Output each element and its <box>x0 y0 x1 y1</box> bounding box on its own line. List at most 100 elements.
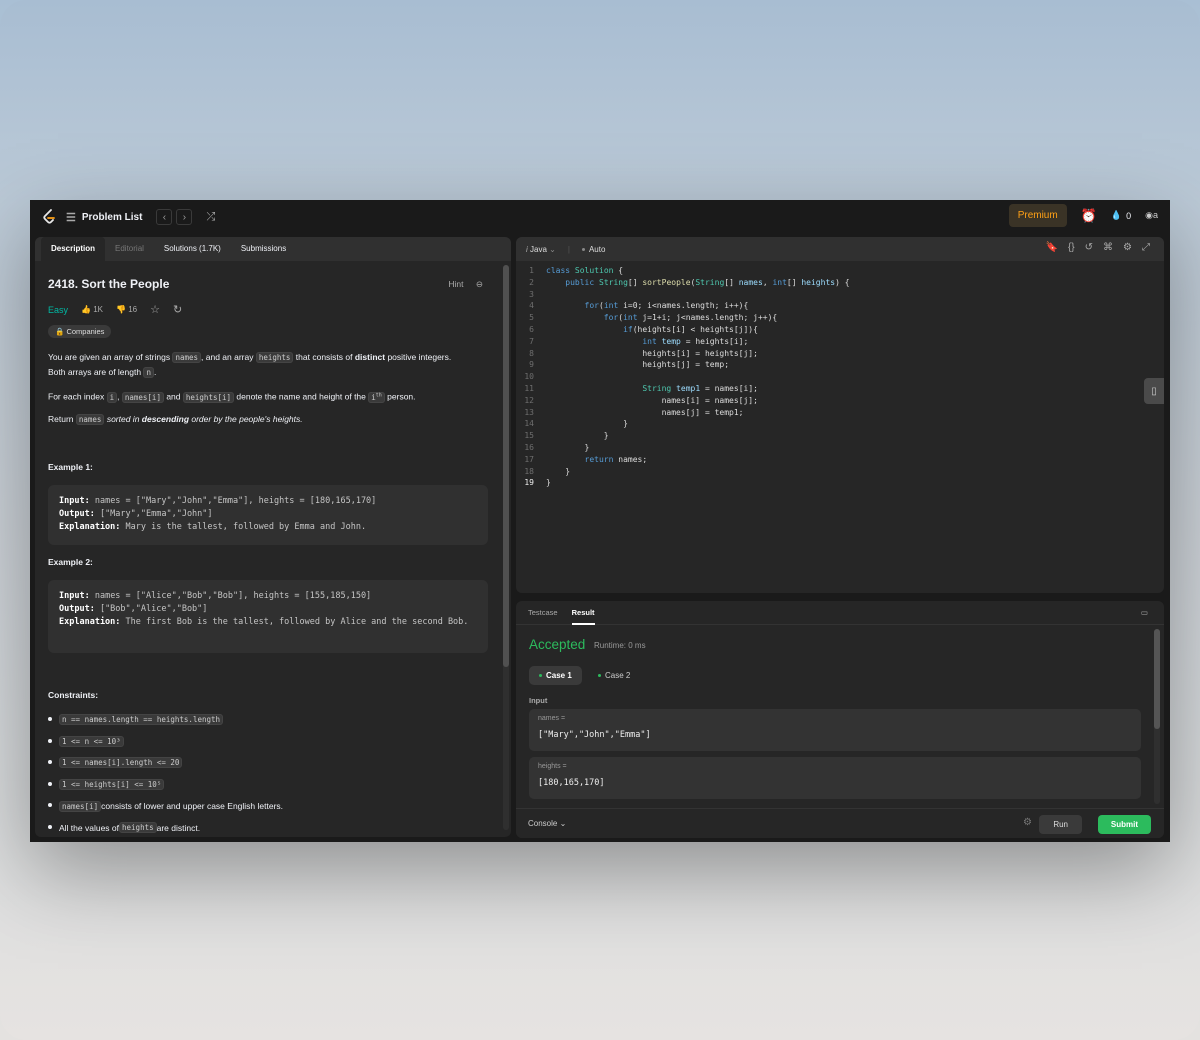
value: The first Bob is the tallest, followed b… <box>120 617 469 627</box>
avatar[interactable]: ◉a <box>1145 210 1158 221</box>
result-panel: Testcase Result ▭ Accepted Runtime: 0 ms… <box>516 601 1164 838</box>
inline-code: n <box>143 367 154 378</box>
run-button[interactable]: Run <box>1039 815 1082 834</box>
tab-testcase[interactable]: Testcase <box>528 608 558 617</box>
tab-result[interactable]: Result <box>571 601 595 625</box>
description-paragraph-2: For each index i, names[i] and heights[i… <box>48 388 493 405</box>
description-panel: Description Editorial Solutions (1.7K) S… <box>35 237 511 837</box>
code-area[interactable]: 1 class Solution { 2 public String[] sort… <box>516 265 1156 489</box>
alarm-clock-icon[interactable]: ⏰ <box>1081 208 1097 224</box>
status-dot <box>598 674 601 678</box>
inline-code: i <box>106 391 118 403</box>
case-label: Case 1 <box>546 671 572 680</box>
thumbs-up-icon: 👍 <box>81 305 91 314</box>
mode-label: Auto <box>588 244 606 254</box>
fire-icon: 💧 <box>1110 210 1123 220</box>
tab-editorial[interactable]: Editorial <box>105 237 154 261</box>
example-1-box: Input: names = ["Mary","John","Emma"], h… <box>48 485 488 545</box>
shuffle-icon[interactable]: ⤮ <box>206 211 215 224</box>
auto-mode-toggle[interactable]: Auto <box>581 244 606 254</box>
text: denote the name and height of the <box>234 391 369 402</box>
problem-meta: Easy 👍 1K 👎 16 ☆ ↻ <box>48 303 182 316</box>
more-icon[interactable]: ⊖ <box>476 279 483 289</box>
inline-code: n == names.length == heights.length <box>59 714 224 726</box>
divider: | <box>567 244 570 254</box>
editor-actions: 🔖 {} ↺ ⌘ ⚙ ⤢ <box>1046 242 1151 253</box>
inline-code: heights[i] <box>182 391 235 403</box>
expand-icon[interactable]: ⤢ <box>1142 242 1150 253</box>
text: positive integers. <box>385 352 452 362</box>
case-2-tab[interactable]: Case 2 <box>588 666 640 685</box>
bookmark-icon[interactable]: 🔖 <box>1046 242 1058 253</box>
description-paragraph-1: You are given an array of strings names,… <box>48 350 493 380</box>
tab-solutions[interactable]: Solutions (1.7K) <box>154 237 231 261</box>
thumbs-down-icon: 👎 <box>116 305 126 314</box>
status-dot <box>581 247 585 251</box>
text: All the values of <box>59 822 120 833</box>
reset-icon[interactable]: ↺ <box>1085 242 1093 253</box>
debug-icon[interactable]: ⚙ <box>1023 817 1032 828</box>
hint-button[interactable]: Hint ⊖ <box>448 279 483 290</box>
dislike-button[interactable]: 👎 16 <box>116 305 137 314</box>
premium-button[interactable]: Premium <box>1008 204 1067 227</box>
list-icon: ☰ <box>66 211 76 224</box>
inline-code: 1 <= heights[i] <= 10⁵ <box>59 779 165 791</box>
value: names = ["Mary","John","Emma"], heights … <box>89 496 377 506</box>
leetcode-logo-icon[interactable] <box>42 209 56 225</box>
console-label: Console <box>528 819 558 828</box>
label: Explanation: <box>59 617 121 627</box>
chevron-down-icon: ⌄ <box>549 244 556 254</box>
status-dot <box>539 674 542 678</box>
problem-title[interactable]: 2418. Sort the People <box>48 277 169 291</box>
collapse-icon[interactable]: ▭ <box>1141 608 1148 617</box>
inline-code: names <box>172 352 202 363</box>
status-accepted: Accepted <box>529 637 586 652</box>
list-item: 1 <= heights[i] <= 10⁵ <box>48 774 488 796</box>
example-2-heading: Example 2: <box>48 557 93 567</box>
value: ["Mary","Emma","John"] <box>94 509 213 519</box>
language-selector[interactable]: i Java ⌄ <box>526 245 556 254</box>
runtime-label: Runtime: 0 ms <box>594 641 646 650</box>
inline-code: heights <box>119 822 157 834</box>
like-button[interactable]: 👍 1K <box>81 305 103 314</box>
companies-tag[interactable]: 🔒 Companies <box>48 325 112 338</box>
scrollbar-thumb[interactable] <box>503 265 509 667</box>
streak-counter[interactable]: 💧 0 <box>1111 210 1131 221</box>
text: Return <box>48 414 76 424</box>
settings-gear-icon[interactable]: ⚙ <box>1123 242 1132 253</box>
list-item: All the values of heights are distinct. <box>48 817 488 837</box>
share-icon[interactable]: ↻ <box>173 303 182 316</box>
note-icon: ▯ <box>1151 385 1157 397</box>
input-label: Input <box>529 696 548 705</box>
console-toggle[interactable]: Console ⌄ <box>528 819 566 828</box>
next-problem-button[interactable]: › <box>176 209 193 225</box>
code-editor-panel: i Java ⌄ | Auto 🔖 {} ↺ ⌘ ⚙ ⤢ 1 class Solu… <box>516 237 1164 593</box>
result-scrollbar[interactable] <box>1154 629 1160 804</box>
case-1-tab[interactable]: Case 1 <box>529 666 582 685</box>
companies-label: Companies <box>66 327 105 336</box>
notes-tab[interactable]: ▯ <box>1144 378 1164 404</box>
prev-problem-button[interactable]: ‹ <box>156 209 173 225</box>
label: Output: <box>59 509 95 519</box>
example-2-box: Input: names = ["Alice","Bob","Bob"], he… <box>48 580 488 653</box>
submit-button[interactable]: Submit <box>1097 815 1151 834</box>
input-key: heights = <box>538 763 567 770</box>
tab-description[interactable]: Description <box>41 237 106 261</box>
shortcut-icon[interactable]: ⌘ <box>1103 242 1113 253</box>
scrollbar-thumb[interactable] <box>1154 629 1160 729</box>
problem-list-button[interactable]: ☰ Problem List <box>66 211 142 224</box>
label: Input: <box>59 591 90 601</box>
italic-text: sorted in <box>104 414 142 424</box>
constraints-heading: Constraints: <box>48 690 99 700</box>
list-item: 1 <= n <= 10³ <box>48 731 488 753</box>
chevron-right-icon: › <box>182 211 187 223</box>
text: and <box>163 391 183 402</box>
braces-icon[interactable]: {} <box>1068 242 1075 253</box>
bold-italic-text: descending <box>141 414 190 424</box>
description-scrollbar[interactable] <box>503 265 509 830</box>
inline-code: 1 <= names[i].length <= 20 <box>59 757 183 769</box>
star-icon[interactable]: ☆ <box>150 303 160 316</box>
lock-icon: 🔒 <box>55 327 65 336</box>
tab-submissions[interactable]: Submissions <box>231 237 296 261</box>
text: consists of lower and upper case English… <box>101 801 284 812</box>
